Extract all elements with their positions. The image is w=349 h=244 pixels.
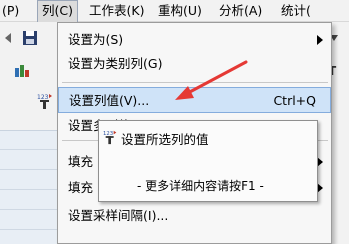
menu-column[interactable]: 列(C) — [37, 0, 78, 22]
menu-item-set-as[interactable]: 设置为(S) — [58, 27, 331, 53]
menu-item-set-as-categorical[interactable]: 设置为类别列(G) — [58, 51, 331, 77]
menu-worksheet[interactable]: 工作表(K) — [89, 0, 144, 22]
menu-project-partial[interactable]: (P) — [2, 0, 19, 22]
submenu-arrow-icon — [317, 35, 323, 45]
tooltip: 123 设置所选列的值 - 更多详细内容请按F1 - — [98, 120, 318, 202]
menu-analysis[interactable]: 分析(A) — [219, 0, 262, 22]
menu-item-label: 填充 — [68, 180, 94, 195]
set-column-values-icon: 123 — [103, 130, 117, 145]
svg-text:123: 123 — [37, 94, 49, 101]
menu-item-label: 设置采样间隔(I)... — [68, 208, 169, 223]
menu-statistics-partial[interactable]: 统计( — [281, 0, 311, 22]
menu-item-label: 填充 — [68, 154, 94, 169]
worksheet-grid — [0, 130, 60, 244]
menu-item-label: 设置为类别列(G) — [68, 56, 163, 71]
menu-item-label: 设置为(S) — [68, 32, 124, 47]
tooltip-hint: - 更多详细内容请按F1 - — [137, 179, 264, 193]
menu-item-label: 设置列值(V)... — [69, 93, 150, 108]
menu-bar: (P) 列(C) 工作表(K) 重构(U) 分析(A) 统计( — [0, 0, 349, 22]
menu-separator — [62, 82, 328, 83]
column-stats-icon[interactable] — [14, 62, 30, 78]
menu-restructure[interactable]: 重构(U) — [158, 0, 202, 22]
save-icon[interactable] — [22, 30, 38, 46]
set-column-values-icon: 123 — [37, 94, 52, 109]
tooltip-title: 设置所选列的值 — [121, 132, 209, 147]
menu-item-set-column-values[interactable]: 123 设置列值(V)... Ctrl+Q — [37, 87, 331, 113]
menu-item-shortcut: Ctrl+Q — [273, 93, 316, 108]
menu-item-set-sampling-interval[interactable]: 设置采样间隔(I)... — [58, 203, 331, 229]
toolbar-arrow-icon[interactable] — [2, 30, 18, 46]
